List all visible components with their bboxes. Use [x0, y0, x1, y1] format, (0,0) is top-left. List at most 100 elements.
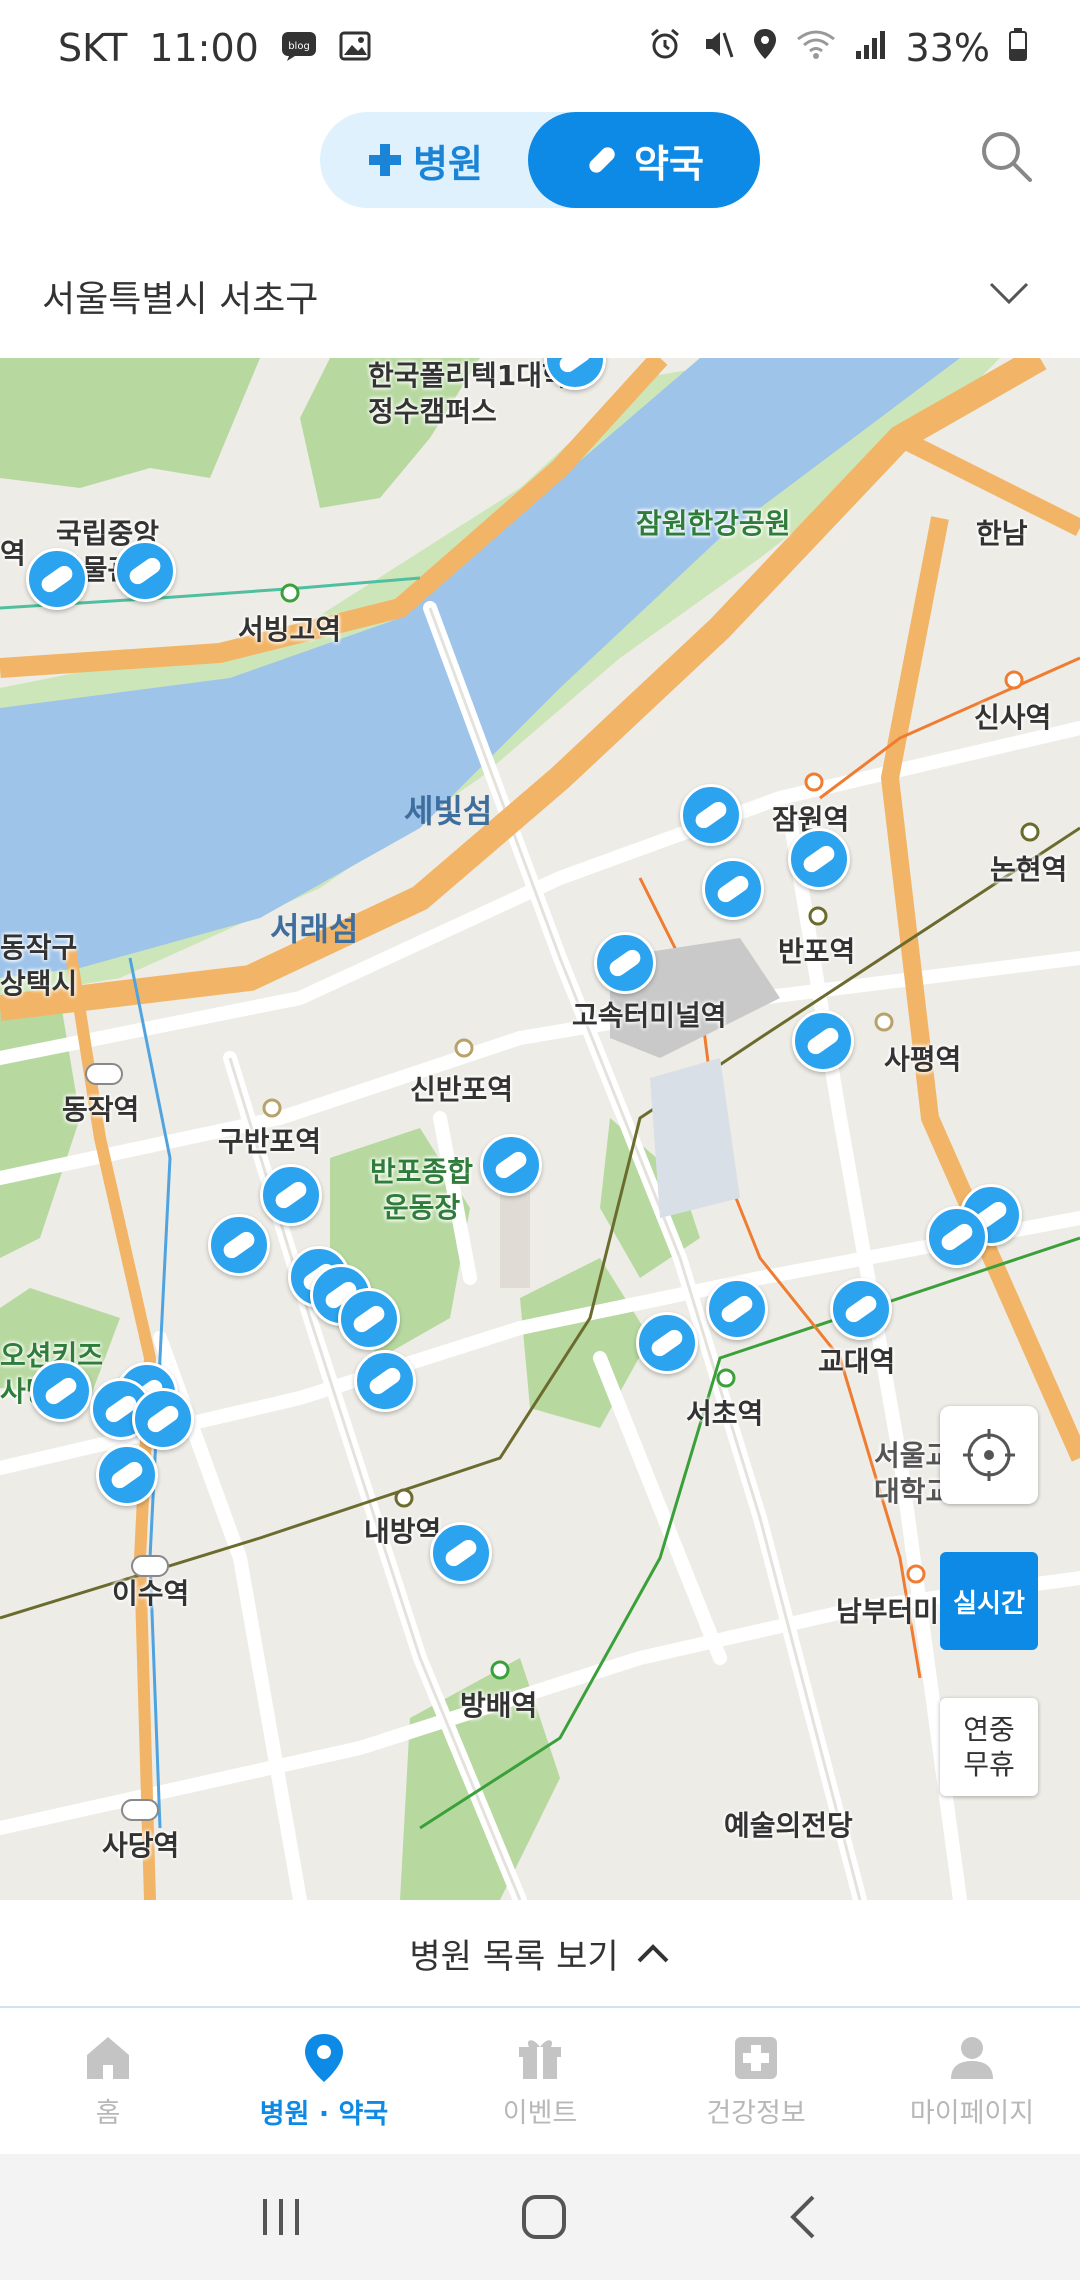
map-label: 이수역 [112, 1577, 190, 1610]
pharmacy-pin[interactable] [338, 1288, 400, 1350]
nav-event-label: 이벤트 [502, 2097, 578, 2129]
map-label: 고속터미널역 [572, 999, 727, 1032]
pharmacy-pin[interactable] [132, 1388, 194, 1450]
gallery-icon [339, 26, 371, 70]
map-label: 한남 [976, 517, 1028, 550]
map-label: 서빙고역 [238, 613, 342, 646]
hospital-tab-label: 병원 [413, 141, 483, 186]
nav-home[interactable]: 홈 [0, 2008, 216, 2154]
nav-health-info-label: 건강정보 [706, 2097, 806, 2129]
list-toggle-label: 병원 목록 보기 [409, 1936, 619, 1977]
location-icon [752, 26, 778, 70]
pharmacy-pin[interactable] [26, 548, 88, 610]
nav-hospital-pharmacy[interactable]: 병원 · 약국 [216, 2008, 432, 2154]
map-label: 동작구 상택시 [0, 931, 78, 1000]
map-label: 교대역 [818, 1345, 896, 1378]
map-label: 방배역 [460, 1689, 538, 1722]
map-label: 서래섬 [270, 910, 359, 948]
nav-health-info[interactable]: 건강정보 [648, 2008, 864, 2154]
pharmacy-pin[interactable] [792, 1010, 854, 1072]
map-label: 논현역 [990, 853, 1068, 886]
pharmacy-pin[interactable] [594, 932, 656, 994]
pharmacy-tab-label: 약국 [634, 141, 704, 186]
map-label: 역 [0, 537, 26, 570]
map-label: 서초역 [686, 1397, 764, 1430]
current-location-button[interactable] [940, 1406, 1038, 1504]
wifi-icon [796, 26, 836, 70]
bottom-nav: 홈 병원 · 약국 이벤트 건강정보 마이페이지 [0, 2008, 1080, 2154]
pharmacy-pin[interactable] [926, 1206, 988, 1268]
pharmacy-pin[interactable] [480, 1134, 542, 1196]
back-icon[interactable] [783, 2193, 823, 2241]
realtime-button[interactable]: 실시간 [940, 1552, 1038, 1650]
nav-event[interactable]: 이벤트 [432, 2008, 648, 2154]
map-view[interactable]: 한국폴리텍1대학 정수캠퍼스 국립중앙 박물관 역 서빙고역 잠원한강공원 한남… [0, 358, 1080, 1900]
clock-text: 11:00 [149, 26, 259, 70]
search-icon [982, 132, 1032, 182]
pharmacy-pin[interactable] [430, 1522, 492, 1584]
map-label: 내방역 [364, 1515, 442, 1548]
battery-icon [1008, 26, 1028, 70]
map-label: 동작역 [62, 1093, 140, 1126]
recent-apps-icon[interactable] [257, 2195, 305, 2239]
map-label: 세빛섬 [404, 792, 493, 830]
blog-icon: blog [281, 26, 317, 70]
holiday-label-1: 연중 [963, 1713, 1015, 1746]
pharmacy-pin[interactable] [208, 1214, 270, 1276]
nav-mypage[interactable]: 마이페이지 [864, 2008, 1080, 2154]
pharmacy-pin[interactable] [114, 540, 176, 602]
map-pin-icon [305, 2033, 343, 2082]
status-right: 33% [648, 26, 1028, 70]
map-label: 반포역 [778, 935, 856, 968]
open-all-year-button[interactable]: 연중 무휴 [940, 1698, 1038, 1796]
map-label: 한국폴리텍1대학 정수캠퍼스 [368, 359, 568, 428]
map-label: 잠원한강공원 [636, 507, 791, 540]
map-label: 사당역 [102, 1829, 180, 1862]
nav-mypage-label: 마이페이지 [909, 2097, 1035, 2129]
map-label: 예술의전당 [724, 1809, 853, 1842]
pill-icon [589, 147, 615, 173]
pharmacy-pin[interactable] [96, 1444, 158, 1506]
carrier-text: SKT [58, 26, 128, 70]
pharmacy-pin[interactable] [706, 1278, 768, 1340]
category-toggle: 병원 약국 [320, 112, 760, 208]
crosshair-icon [963, 1429, 1015, 1481]
svg-text:blog: blog [288, 41, 310, 52]
pharmacy-pin[interactable] [680, 784, 742, 846]
status-left: SKT 11:00 blog [58, 26, 371, 70]
gift-icon [519, 2039, 561, 2079]
pharmacy-pin[interactable] [702, 858, 764, 920]
header: 병원 약국 [0, 104, 1080, 234]
map-label: 신사역 [974, 701, 1052, 734]
region-label: 서울특별시 서초구 [42, 279, 319, 320]
chevron-down-icon [989, 282, 1029, 305]
alarm-icon [648, 26, 682, 70]
home-icon [87, 2036, 129, 2079]
map-label: 반포종합 운동장 [370, 1155, 474, 1224]
pharmacy-pin[interactable] [354, 1350, 416, 1412]
pharmacy-pin[interactable] [260, 1164, 322, 1226]
pharmacy-pin[interactable] [636, 1312, 698, 1374]
nav-home-label: 홈 [95, 2097, 121, 2129]
signal-icon [854, 26, 888, 70]
nav-hospital-pharmacy-label: 병원 · 약국 [259, 2098, 389, 2130]
pharmacy-pin[interactable] [830, 1278, 892, 1340]
region-selector[interactable]: 서울특별시 서초구 [0, 234, 1080, 358]
battery-percent: 33% [905, 26, 990, 70]
list-toggle-bar[interactable]: 병원 목록 보기 [0, 1900, 1080, 2008]
system-nav-bar [0, 2154, 1080, 2280]
hospital-tab[interactable]: 병원 [320, 112, 530, 208]
user-icon [951, 2036, 993, 2079]
pharmacy-pin[interactable] [788, 828, 850, 890]
plus-icon [369, 144, 402, 176]
pharmacy-pin[interactable] [30, 1360, 92, 1422]
map-label: 신반포역 [410, 1073, 514, 1106]
search-button[interactable] [976, 126, 1036, 186]
map-label: 사평역 [884, 1043, 962, 1076]
status-bar: SKT 11:00 blog 33% [0, 0, 1080, 104]
mute-icon [700, 26, 734, 70]
home-button-icon[interactable] [520, 2193, 568, 2241]
holiday-label-2: 무휴 [963, 1748, 1015, 1781]
map-label: 구반포역 [218, 1125, 322, 1158]
pharmacy-tab[interactable]: 약국 [528, 112, 760, 208]
